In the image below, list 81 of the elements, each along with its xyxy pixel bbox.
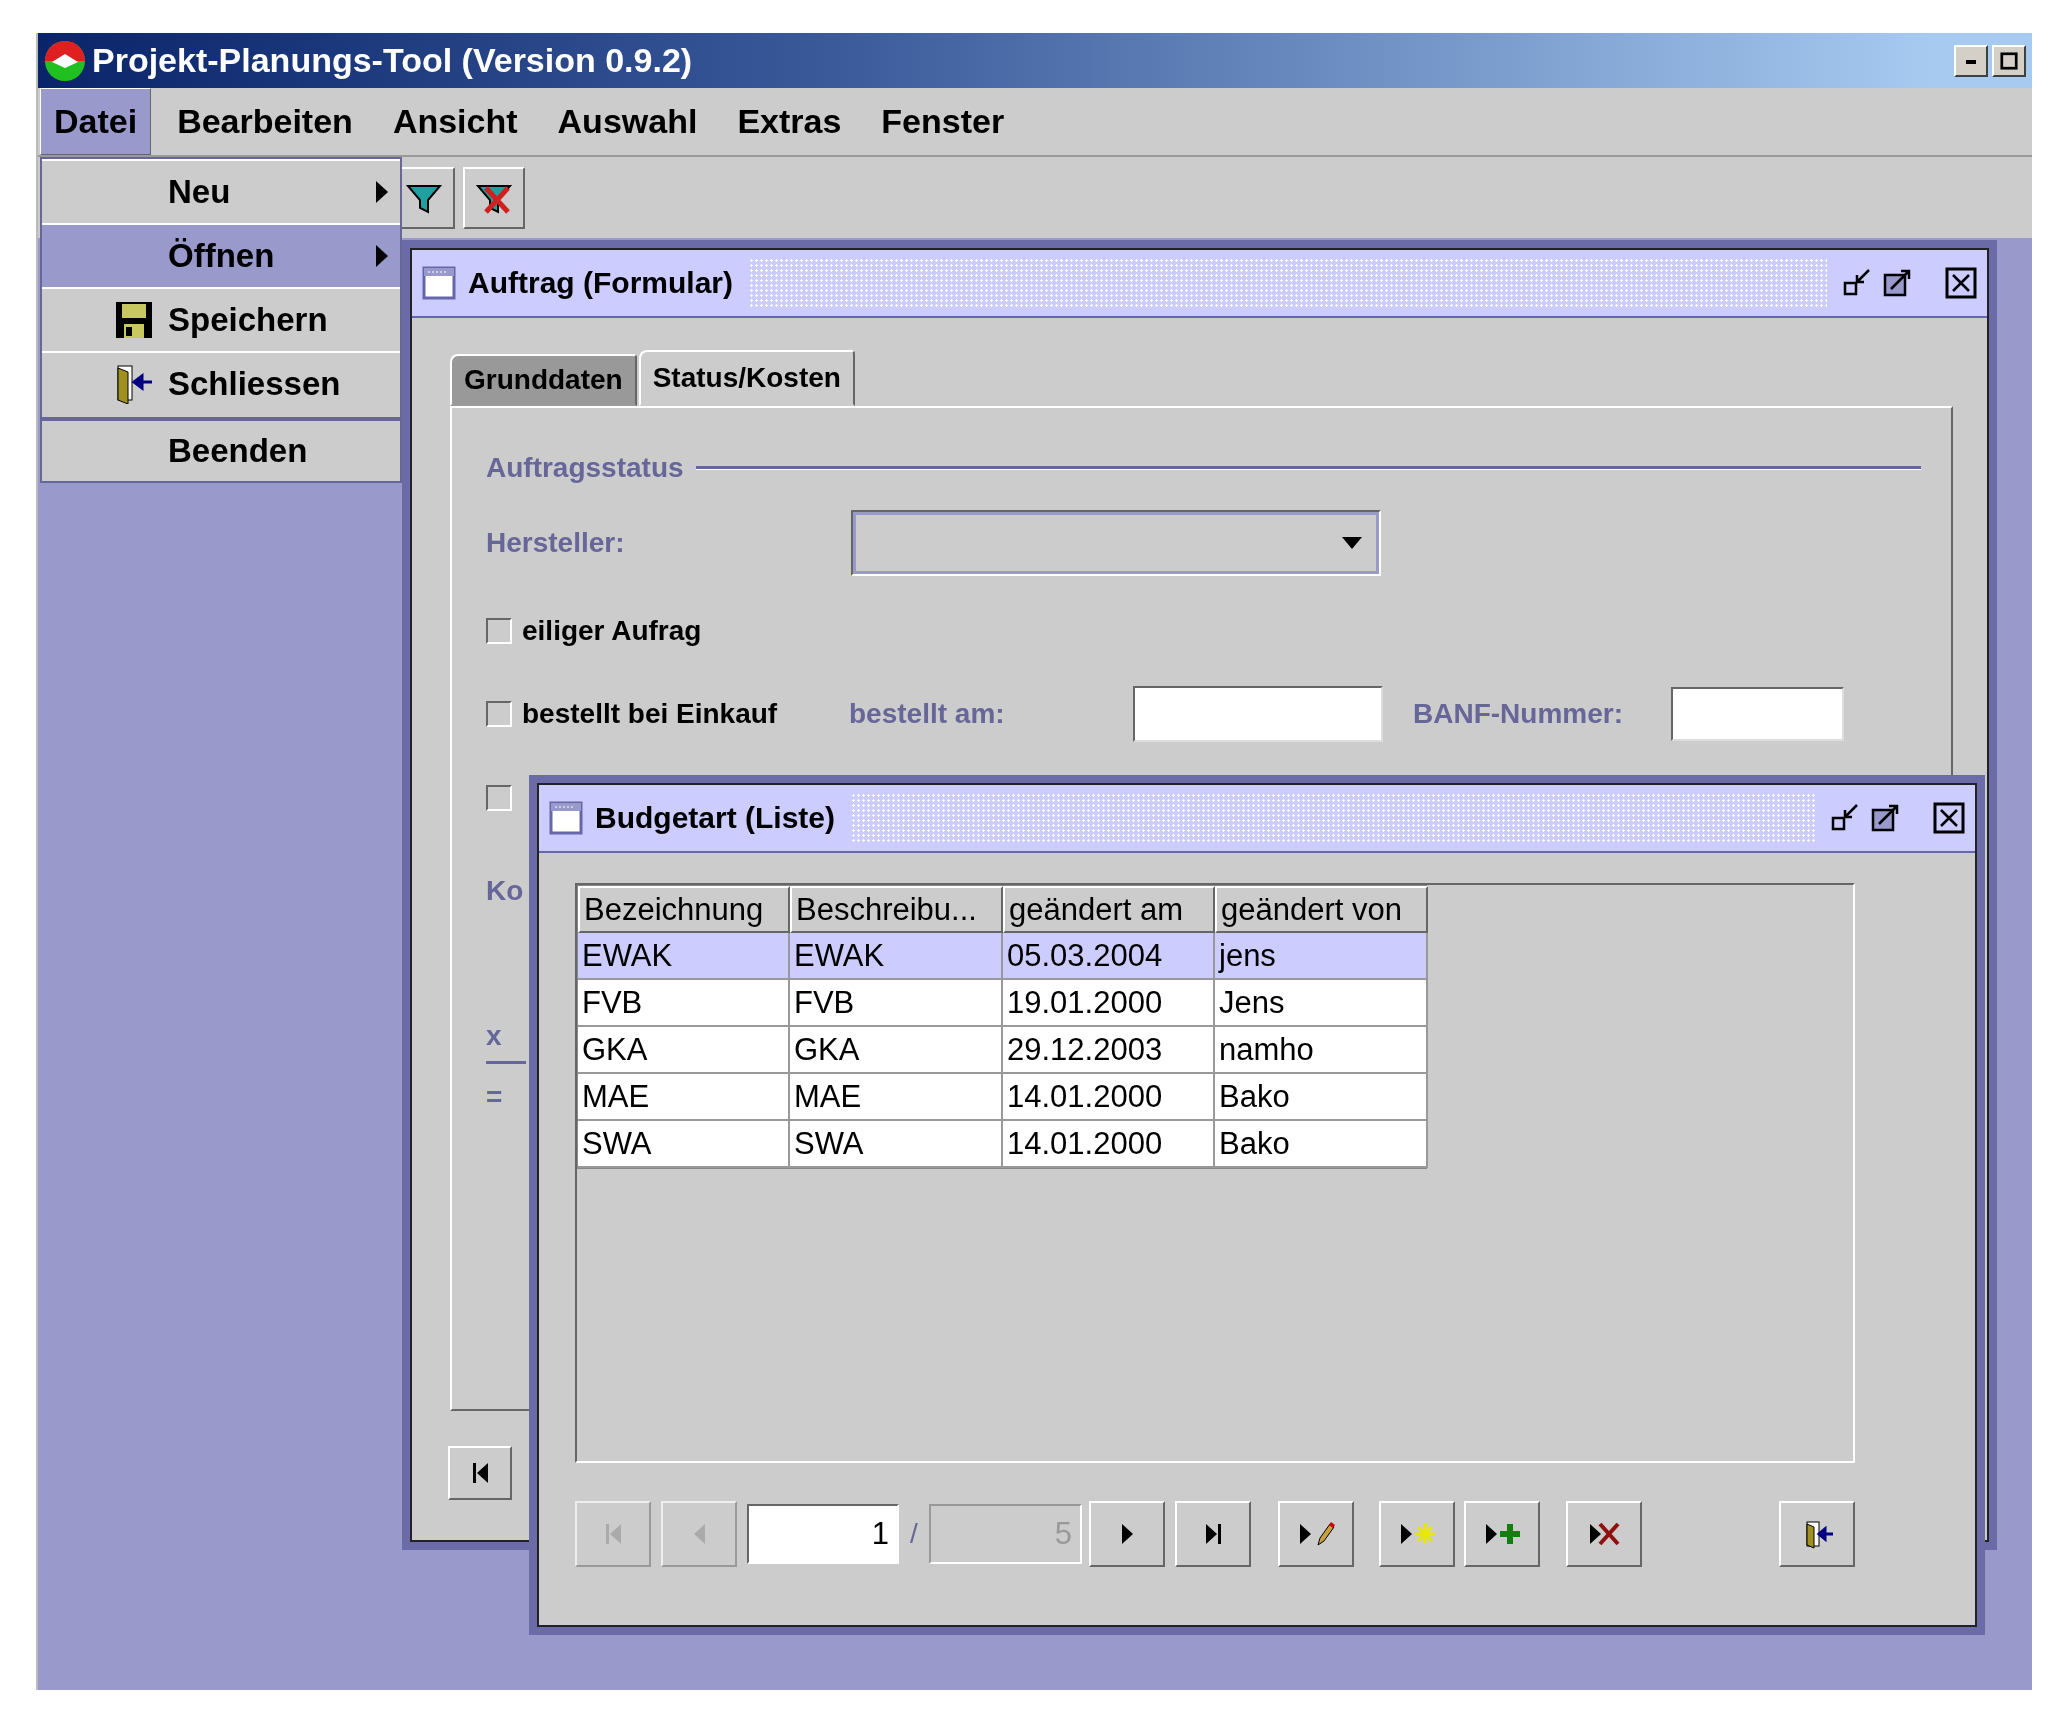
field-label: Ko <box>486 875 524 907</box>
last-button[interactable] <box>1175 1501 1251 1567</box>
checkbox-label: eiliger Aufrag <box>522 615 702 647</box>
close-icon <box>1933 802 1965 834</box>
table-cell[interactable]: 05.03.2004 <box>1003 933 1215 980</box>
field-label: Hersteller: <box>486 527 626 559</box>
maximize-button[interactable] <box>1871 802 1901 834</box>
table-cell[interactable]: Bako <box>1215 1121 1428 1168</box>
checkbox[interactable] <box>486 701 512 727</box>
add-button[interactable] <box>1464 1501 1540 1567</box>
input-field[interactable] <box>1671 687 1844 741</box>
field-label: BANF-Nummer: <box>1413 698 1624 730</box>
delete-button[interactable] <box>1566 1501 1642 1567</box>
maximize-icon <box>1871 802 1901 832</box>
menu-item[interactable]: Öffnen <box>42 223 400 287</box>
window-title: Budgetart (Liste) <box>595 801 835 835</box>
table-cell[interactable]: namho <box>1215 1027 1428 1074</box>
maximize-icon <box>2000 51 2018 70</box>
maximize-button[interactable] <box>1992 44 2026 77</box>
checkbox[interactable] <box>486 785 512 811</box>
menu-item[interactable]: Datei <box>40 88 152 155</box>
close-button[interactable] <box>1933 802 1965 834</box>
multiply-sign: x <box>486 1020 502 1052</box>
close-icon <box>1945 267 1977 299</box>
table-cell[interactable]: EWAK <box>790 933 1003 980</box>
close-button[interactable] <box>1945 267 1977 299</box>
new-button[interactable] <box>1379 1501 1455 1567</box>
minimize-button[interactable] <box>1954 44 1988 77</box>
table-cell[interactable]: MAE <box>790 1074 1003 1121</box>
checkbox[interactable] <box>486 618 512 644</box>
table-cell[interactable]: FVB <box>578 980 790 1027</box>
minimize-icon <box>1831 802 1861 832</box>
submenu-arrow-icon <box>376 181 388 203</box>
window-title: Auftrag (Formular) <box>468 266 733 300</box>
tab[interactable]: Status/Kosten <box>638 350 855 406</box>
table-cell[interactable]: MAE <box>578 1074 790 1121</box>
table-cell[interactable]: 19.01.2000 <box>1003 980 1215 1027</box>
equals-sign: = <box>486 1081 503 1113</box>
table-cell[interactable]: 14.01.2000 <box>1003 1074 1215 1121</box>
page-separator: / <box>909 1518 919 1550</box>
window-icon <box>549 801 583 835</box>
menu-item[interactable]: Bearbeiten <box>163 88 367 155</box>
table-cell[interactable]: FVB <box>790 980 1003 1027</box>
menu-item[interactable]: Extras <box>723 88 856 155</box>
first-record-button[interactable] <box>448 1446 512 1500</box>
menu-item[interactable]: Ansicht <box>378 88 532 155</box>
next-button[interactable] <box>1089 1501 1165 1567</box>
minimize-icon <box>1966 57 1976 64</box>
window-title: Projekt-Planungs-Tool (Version 0.9.2) <box>92 41 694 80</box>
tab[interactable]: Grunddaten <box>450 354 637 406</box>
column-header[interactable]: geändert von <box>1215 886 1428 933</box>
maximize-icon <box>1883 267 1913 297</box>
column-header[interactable]: Beschreibu... <box>790 886 1003 933</box>
section-heading: Auftragsstatus <box>486 452 684 484</box>
dropdown-arrow-icon <box>1341 537 1363 549</box>
table-cell[interactable]: Jens <box>1215 980 1428 1027</box>
table-cell[interactable]: GKA <box>578 1027 790 1074</box>
table-cell[interactable]: GKA <box>790 1027 1003 1074</box>
menu-item[interactable]: Fenster <box>867 88 1019 155</box>
edit-button[interactable] <box>1278 1501 1354 1567</box>
clear-filter-button[interactable] <box>463 166 525 229</box>
table-cell[interactable]: SWA <box>790 1121 1003 1168</box>
submenu-arrow-icon <box>376 245 388 267</box>
table-cell[interactable]: SWA <box>578 1121 790 1168</box>
column-header[interactable]: Bezeichnung <box>578 886 790 933</box>
checkbox-label: bestellt bei Einkauf <box>522 698 778 730</box>
table-cell[interactable]: 29.12.2003 <box>1003 1027 1215 1074</box>
menu-item[interactable]: Auswahl <box>543 88 712 155</box>
page-field[interactable]: 1 <box>747 1504 899 1564</box>
minimize-icon <box>1843 267 1873 297</box>
exit-button[interactable] <box>1779 1501 1855 1567</box>
window-icon <box>422 266 456 300</box>
column-header[interactable]: geändert am <box>1003 886 1215 933</box>
table-cell[interactable]: 14.01.2000 <box>1003 1121 1215 1168</box>
maximize-button[interactable] <box>1883 267 1913 299</box>
table-cell[interactable]: Bako <box>1215 1074 1428 1121</box>
dropdown-field[interactable] <box>851 510 1381 576</box>
field-label: bestellt am: <box>849 698 1006 730</box>
date-field[interactable] <box>1133 686 1383 742</box>
table-cell[interactable]: EWAK <box>578 933 790 980</box>
table-cell[interactable]: jens <box>1215 933 1428 980</box>
